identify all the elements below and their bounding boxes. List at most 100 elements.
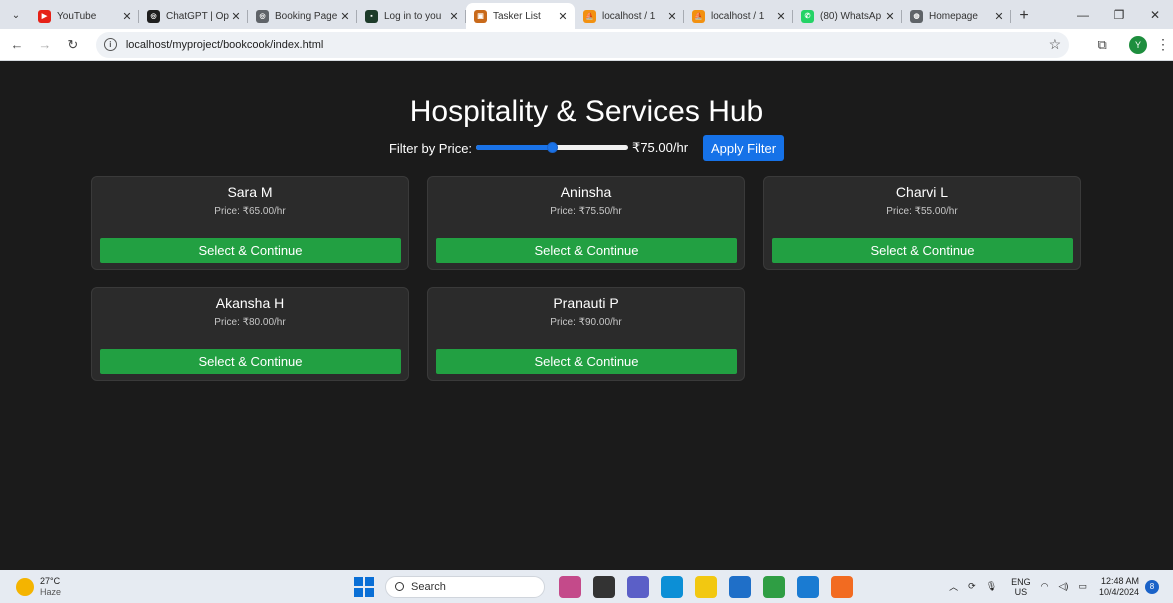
minimize-button[interactable]: —: [1065, 8, 1101, 22]
wifi-icon[interactable]: ◠: [1041, 581, 1049, 592]
address-bar[interactable]: i localhost/myproject/bookcook/index.htm…: [95, 31, 1070, 58]
tab-close-icon[interactable]: ✕: [121, 10, 133, 23]
tasker-name: Sara M: [227, 184, 273, 200]
tab-favicon-icon: ◍: [910, 9, 923, 23]
mail-icon[interactable]: [729, 575, 751, 598]
tasker-card: Aninsha Price: ₹75.50/hr Select & Continue: [427, 176, 745, 270]
edge-icon[interactable]: [661, 575, 683, 598]
terminal-icon[interactable]: [593, 575, 615, 598]
browser-tab[interactable]: ◍ Homepage ✕: [902, 3, 1011, 29]
select-continue-button[interactable]: Select & Continue: [436, 238, 737, 263]
forward-button[interactable]: →: [32, 32, 58, 58]
close-window-button[interactable]: ✕: [1137, 8, 1173, 22]
price-slider[interactable]: [476, 140, 629, 156]
clock-time: 12:48 AM: [1100, 575, 1139, 586]
weather-widget[interactable]: 27°C Haze: [16, 576, 136, 598]
landscape-app-icon[interactable]: [559, 575, 581, 598]
tab-favicon-icon: ◎: [147, 9, 160, 23]
microphone-icon[interactable]: 🎙: [986, 581, 997, 592]
volume-icon[interactable]: ◁): [1059, 581, 1069, 592]
apply-filter-button[interactable]: Apply Filter: [703, 135, 785, 161]
tasker-card: Charvi L Price: ₹55.00/hr Select & Continu…: [763, 176, 1081, 270]
notification-badge[interactable]: 8: [1145, 579, 1159, 594]
new-tab-button[interactable]: +: [1011, 3, 1037, 29]
search-placeholder: Search: [411, 580, 446, 593]
reload-button[interactable]: ↻: [60, 32, 86, 58]
select-continue-button[interactable]: Select & Continue: [772, 238, 1073, 263]
tab-close-icon[interactable]: ✕: [775, 10, 787, 23]
tasker-name: Akansha H: [215, 295, 285, 311]
vscode-icon[interactable]: [797, 575, 819, 598]
profile-avatar[interactable]: Y: [1129, 35, 1148, 54]
browser-menu-icon[interactable]: ⋮: [1153, 36, 1173, 53]
tab-title: localhost / 1: [711, 10, 765, 22]
tab-favicon-icon: ✆: [801, 9, 814, 23]
language-indicator[interactable]: ENG US: [1011, 577, 1031, 597]
tab-close-icon[interactable]: ✕: [339, 10, 351, 23]
back-button[interactable]: ←: [4, 32, 30, 58]
site-info-icon[interactable]: i: [103, 38, 117, 51]
slider-thumb[interactable]: [547, 142, 559, 153]
address-bar-row: ← → ↻ i localhost/myproject/bookcook/ind…: [0, 29, 1173, 61]
language-code: ENG: [1011, 576, 1031, 587]
tasker-name: Aninsha: [560, 184, 612, 200]
tasker-grid: Sara M Price: ₹65.00/hr Select & Continue A…: [91, 176, 1082, 381]
tab-title: Log in to you: [384, 10, 442, 22]
filter-label: Filter by Price:: [388, 140, 473, 156]
tab-title: Booking Page: [275, 10, 338, 22]
browser-tab[interactable]: ◎ Booking Page ✕: [248, 3, 357, 29]
select-continue-button[interactable]: Select & Continue: [100, 349, 401, 374]
tab-favicon-icon: ⛵: [692, 9, 705, 23]
xampp-icon[interactable]: [831, 575, 853, 598]
tab-close-icon[interactable]: ✕: [557, 10, 569, 23]
weather-sun-icon: [16, 577, 34, 596]
browser-tab[interactable]: ⛵ localhost / 1 ✕: [684, 3, 793, 29]
browser-tab[interactable]: ▣ Tasker List ✕: [466, 3, 575, 29]
windows-start-icon[interactable]: [354, 576, 374, 597]
window-controls: — ❐ ✕: [1065, 0, 1173, 29]
select-continue-button[interactable]: Select & Continue: [436, 349, 737, 374]
tab-favicon-icon: ▶: [38, 9, 51, 23]
select-continue-button[interactable]: Select & Continue: [100, 238, 401, 263]
clock[interactable]: 12:48 AM 10/4/2024: [1099, 576, 1139, 598]
browser-tab[interactable]: ✆ (80) WhatsAp ✕: [793, 3, 902, 29]
tab-search-button[interactable]: ⌄: [4, 4, 28, 26]
chevron-up-icon[interactable]: ︿: [949, 580, 958, 593]
extensions-icon[interactable]: ⧉: [1089, 32, 1115, 58]
tasker-card: Sara M Price: ₹65.00/hr Select & Continue: [91, 176, 409, 270]
taskbar: 27°C Haze Search ︿ ⟳ 🎙 ENG US ◠ ◁) ▭ 12:…: [0, 570, 1173, 603]
tasker-price: Price: ₹55.00/hr: [886, 206, 958, 217]
tab-title: ChatGPT | Op: [166, 10, 229, 22]
bookmark-star-icon[interactable]: ☆: [1049, 36, 1062, 53]
tasker-name: Charvi L: [895, 184, 949, 200]
chrome-icon[interactable]: [763, 575, 785, 598]
file-explorer-icon[interactable]: [695, 575, 717, 598]
tab-close-icon[interactable]: ✕: [230, 10, 242, 23]
tab-favicon-icon: ◎: [256, 9, 269, 23]
browser-tab[interactable]: ▶ YouTube ✕: [30, 3, 139, 29]
restore-button[interactable]: ❐: [1101, 8, 1137, 22]
tasker-card: Pranauti P Price: ₹90.00/hr Select & Conti…: [427, 287, 745, 381]
browser-tab[interactable]: ▪ Log in to you ✕: [357, 3, 466, 29]
url-text[interactable]: localhost/myproject/bookcook/index.html: [126, 39, 1049, 51]
tasker-price: Price: ₹65.00/hr: [214, 206, 286, 217]
clock-date: 10/4/2024: [1098, 586, 1139, 597]
tab-list: ▶ YouTube ✕ ◎ ChatGPT | Op ✕ ◎ Booking Page ✕ ▪ Lo…: [30, 3, 1011, 29]
tab-close-icon[interactable]: ✕: [884, 10, 896, 23]
tab-close-icon[interactable]: ✕: [993, 10, 1005, 23]
pinned-apps: [559, 575, 865, 598]
tasker-name: Pranauti P: [553, 295, 619, 311]
sync-icon[interactable]: ⟳: [968, 581, 976, 592]
browser-tab[interactable]: ◎ ChatGPT | Op ✕: [139, 3, 248, 29]
weather-temperature: 27°C: [40, 575, 61, 586]
page-title: Hospitality & Services Hub: [409, 95, 764, 128]
tasker-price: Price: ₹90.00/hr: [550, 317, 622, 328]
tab-close-icon[interactable]: ✕: [448, 10, 460, 23]
meet-icon[interactable]: [627, 575, 649, 598]
tab-title: (80) WhatsAp: [820, 10, 882, 22]
battery-icon[interactable]: ▭: [1078, 581, 1087, 592]
tasker-price: Price: ₹80.00/hr: [214, 317, 286, 328]
browser-tab[interactable]: ⛵ localhost / 1 ✕: [575, 3, 684, 29]
tab-close-icon[interactable]: ✕: [666, 10, 678, 23]
taskbar-search[interactable]: Search: [385, 575, 545, 598]
